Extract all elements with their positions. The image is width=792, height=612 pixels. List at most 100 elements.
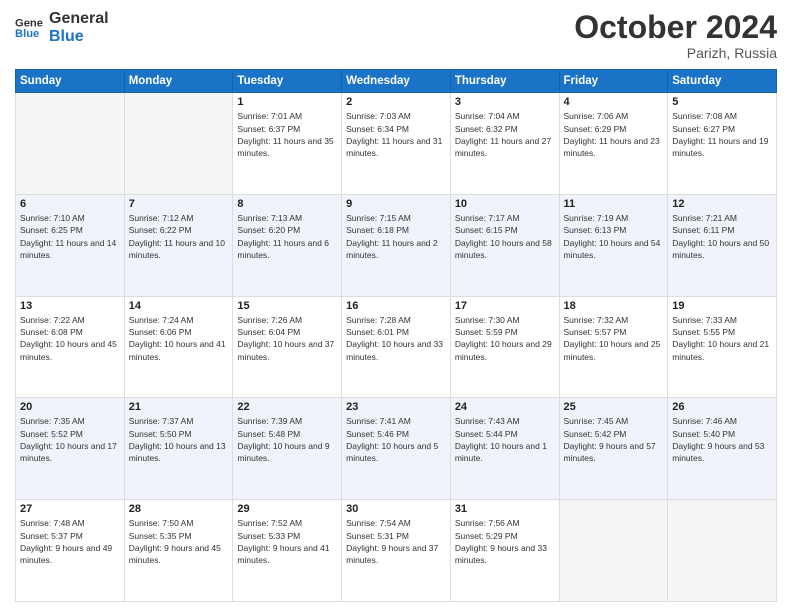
calendar-header-row: Sunday Monday Tuesday Wednesday Thursday… [16, 70, 777, 93]
day-number: 1 [237, 96, 337, 108]
col-friday: Friday [559, 70, 668, 93]
calendar-week-row: 27Sunrise: 7:48 AMSunset: 5:37 PMDayligh… [16, 500, 777, 602]
day-info: Sunrise: 7:50 AMSunset: 5:35 PMDaylight:… [129, 517, 229, 566]
col-tuesday: Tuesday [233, 70, 342, 93]
calendar-week-row: 13Sunrise: 7:22 AMSunset: 6:08 PMDayligh… [16, 296, 777, 398]
day-info: Sunrise: 7:46 AMSunset: 5:40 PMDaylight:… [672, 415, 772, 464]
day-number: 19 [672, 300, 772, 312]
table-row: 9 Sunrise: 7:15 AMSunset: 6:18 PMDaylight… [342, 194, 451, 296]
day-info: Sunrise: 7:12 AMSunset: 6:22 PMDaylight:… [129, 212, 229, 261]
day-number: 8 [237, 198, 337, 210]
table-row: 3Sunrise: 7:04 AMSunset: 6:32 PMDaylight… [450, 93, 559, 195]
table-row: 23 Sunrise: 7:41 AMSunset: 5:46 PMDayligh… [342, 398, 451, 500]
table-row: 31 Sunrise: 7:56 AMSunset: 5:29 PMDayligh… [450, 500, 559, 602]
month-title: October 2024 [574, 10, 777, 45]
location: Parizh, Russia [574, 45, 777, 61]
day-info: Sunrise: 7:21 AMSunset: 6:11 PMDaylight:… [672, 212, 772, 261]
day-number: 14 [129, 300, 229, 312]
day-info: Sunrise: 7:10 AMSunset: 6:25 PMDaylight:… [20, 212, 120, 261]
day-number: 17 [455, 300, 555, 312]
day-info: Sunrise: 7:24 AMSunset: 6:06 PMDaylight:… [129, 314, 229, 363]
table-row: 24 Sunrise: 7:43 AMSunset: 5:44 PMDayligh… [450, 398, 559, 500]
day-number: 15 [237, 300, 337, 312]
table-row: 1 Sunrise: 7:01 AMSunset: 6:37 PMDaylight… [233, 93, 342, 195]
calendar-week-row: 6 Sunrise: 7:10 AMSunset: 6:25 PMDaylight… [16, 194, 777, 296]
table-row: 25Sunrise: 7:45 AMSunset: 5:42 PMDayligh… [559, 398, 668, 500]
day-number: 11 [564, 198, 664, 210]
day-info: Sunrise: 7:19 AMSunset: 6:13 PMDaylight:… [564, 212, 664, 261]
logo-line2: Blue [49, 28, 109, 46]
day-number: 6 [20, 198, 120, 210]
table-row: 29 Sunrise: 7:52 AMSunset: 5:33 PMDayligh… [233, 500, 342, 602]
day-number: 12 [672, 198, 772, 210]
logo-icon: General Blue [15, 14, 43, 42]
table-row [124, 93, 233, 195]
day-info: Sunrise: 7:48 AMSunset: 5:37 PMDaylight:… [20, 517, 120, 566]
day-number: 9 [346, 198, 446, 210]
day-number: 10 [455, 198, 555, 210]
col-monday: Monday [124, 70, 233, 93]
table-row: 17Sunrise: 7:30 AMSunset: 5:59 PMDayligh… [450, 296, 559, 398]
table-row: 10 Sunrise: 7:17 AMSunset: 6:15 PMDayligh… [450, 194, 559, 296]
table-row: 21Sunrise: 7:37 AMSunset: 5:50 PMDayligh… [124, 398, 233, 500]
day-number: 2 [346, 96, 446, 108]
day-info: Sunrise: 7:15 AMSunset: 6:18 PMDaylight:… [346, 212, 446, 261]
day-number: 21 [129, 401, 229, 413]
table-row: 20Sunrise: 7:35 AMSunset: 5:52 PMDayligh… [16, 398, 125, 500]
day-number: 25 [564, 401, 664, 413]
day-info: Sunrise: 7:52 AMSunset: 5:33 PMDaylight:… [237, 517, 337, 566]
day-info: Sunrise: 7:41 AMSunset: 5:46 PMDaylight:… [346, 415, 446, 464]
day-number: 4 [564, 96, 664, 108]
table-row: 16 Sunrise: 7:28 AMSunset: 6:01 PMDayligh… [342, 296, 451, 398]
day-number: 30 [346, 503, 446, 515]
col-thursday: Thursday [450, 70, 559, 93]
logo: General Blue General Blue [15, 10, 109, 45]
calendar-week-row: 20Sunrise: 7:35 AMSunset: 5:52 PMDayligh… [16, 398, 777, 500]
col-saturday: Saturday [668, 70, 777, 93]
day-info: Sunrise: 7:35 AMSunset: 5:52 PMDaylight:… [20, 415, 120, 464]
day-number: 31 [455, 503, 555, 515]
table-row: 2 Sunrise: 7:03 AMSunset: 6:34 PMDaylight… [342, 93, 451, 195]
day-info: Sunrise: 7:17 AMSunset: 6:15 PMDaylight:… [455, 212, 555, 261]
day-number: 5 [672, 96, 772, 108]
calendar-week-row: 1 Sunrise: 7:01 AMSunset: 6:37 PMDaylight… [16, 93, 777, 195]
day-number: 18 [564, 300, 664, 312]
day-info: Sunrise: 7:32 AMSunset: 5:57 PMDaylight:… [564, 314, 664, 363]
day-info: Sunrise: 7:22 AMSunset: 6:08 PMDaylight:… [20, 314, 120, 363]
day-info: Sunrise: 7:56 AMSunset: 5:29 PMDaylight:… [455, 517, 555, 566]
day-info: Sunrise: 7:43 AMSunset: 5:44 PMDaylight:… [455, 415, 555, 464]
day-number: 29 [237, 503, 337, 515]
table-row: 5 Sunrise: 7:08 AMSunset: 6:27 PMDaylight… [668, 93, 777, 195]
day-info: Sunrise: 7:01 AMSunset: 6:37 PMDaylight:… [237, 110, 337, 159]
day-number: 24 [455, 401, 555, 413]
table-row: 18 Sunrise: 7:32 AMSunset: 5:57 PMDayligh… [559, 296, 668, 398]
table-row: 8Sunrise: 7:13 AMSunset: 6:20 PMDaylight… [233, 194, 342, 296]
table-row [16, 93, 125, 195]
table-row [559, 500, 668, 602]
day-info: Sunrise: 7:03 AMSunset: 6:34 PMDaylight:… [346, 110, 446, 159]
svg-text:Blue: Blue [15, 28, 39, 40]
day-info: Sunrise: 7:28 AMSunset: 6:01 PMDaylight:… [346, 314, 446, 363]
table-row: 22 Sunrise: 7:39 AMSunset: 5:48 PMDayligh… [233, 398, 342, 500]
page: General Blue General Blue October 2024 P… [0, 0, 792, 612]
day-info: Sunrise: 7:04 AMSunset: 6:32 PMDaylight:… [455, 110, 555, 159]
table-row: 15 Sunrise: 7:26 AMSunset: 6:04 PMDayligh… [233, 296, 342, 398]
table-row: 11 Sunrise: 7:19 AMSunset: 6:13 PMDayligh… [559, 194, 668, 296]
calendar-table: Sunday Monday Tuesday Wednesday Thursday… [15, 69, 777, 602]
day-number: 23 [346, 401, 446, 413]
day-number: 16 [346, 300, 446, 312]
day-info: Sunrise: 7:54 AMSunset: 5:31 PMDaylight:… [346, 517, 446, 566]
table-row: 4 Sunrise: 7:06 AMSunset: 6:29 PMDaylight… [559, 93, 668, 195]
day-info: Sunrise: 7:39 AMSunset: 5:48 PMDaylight:… [237, 415, 337, 464]
header: General Blue General Blue October 2024 P… [15, 10, 777, 61]
table-row: 19Sunrise: 7:33 AMSunset: 5:55 PMDayligh… [668, 296, 777, 398]
day-info: Sunrise: 7:26 AMSunset: 6:04 PMDaylight:… [237, 314, 337, 363]
day-info: Sunrise: 7:06 AMSunset: 6:29 PMDaylight:… [564, 110, 664, 159]
col-sunday: Sunday [16, 70, 125, 93]
table-row: 30 Sunrise: 7:54 AMSunset: 5:31 PMDayligh… [342, 500, 451, 602]
day-info: Sunrise: 7:08 AMSunset: 6:27 PMDaylight:… [672, 110, 772, 159]
col-wednesday: Wednesday [342, 70, 451, 93]
table-row: 26Sunrise: 7:46 AMSunset: 5:40 PMDayligh… [668, 398, 777, 500]
title-block: October 2024 Parizh, Russia [574, 10, 777, 61]
day-number: 22 [237, 401, 337, 413]
